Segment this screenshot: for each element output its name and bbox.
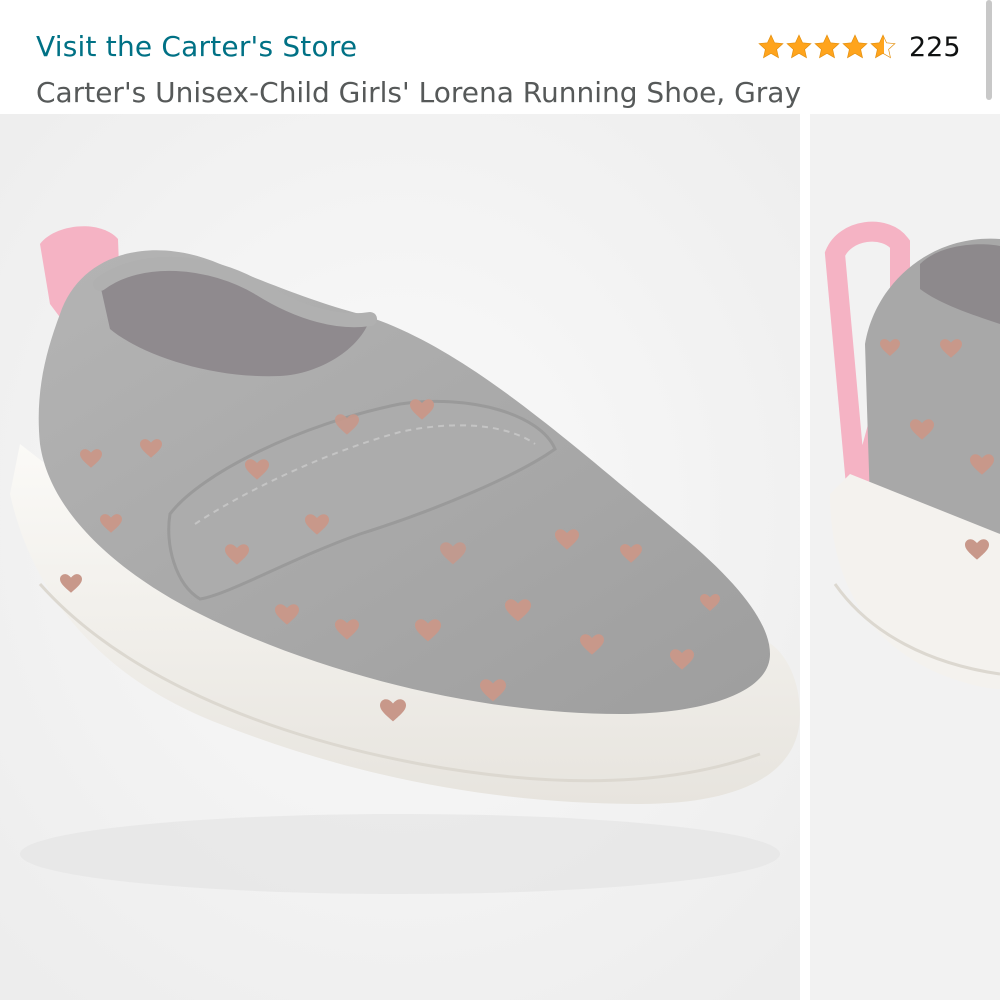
star-icon: [758, 34, 784, 59]
scroll-indicator: [986, 0, 992, 100]
product-image-main[interactable]: [0, 114, 800, 1000]
star-icon: [786, 34, 812, 59]
rating-count[interactable]: 225: [909, 32, 961, 63]
rating[interactable]: 225: [757, 30, 961, 64]
half-star-icon: [870, 34, 896, 59]
shoe-illustration-2: [810, 114, 1000, 1000]
star-icon: [842, 34, 868, 59]
shoe-illustration: [0, 114, 800, 1000]
product-header: Visit the Carter's Store 225 Carter's Un…: [0, 0, 1000, 114]
star-icon: [814, 34, 840, 59]
product-image-next[interactable]: [810, 114, 1000, 1000]
product-title: Carter's Unisex-Child Girls' Lorena Runn…: [36, 76, 802, 109]
star-rating[interactable]: [757, 33, 897, 61]
store-link[interactable]: Visit the Carter's Store: [36, 30, 357, 63]
image-carousel[interactable]: [0, 114, 1000, 1000]
